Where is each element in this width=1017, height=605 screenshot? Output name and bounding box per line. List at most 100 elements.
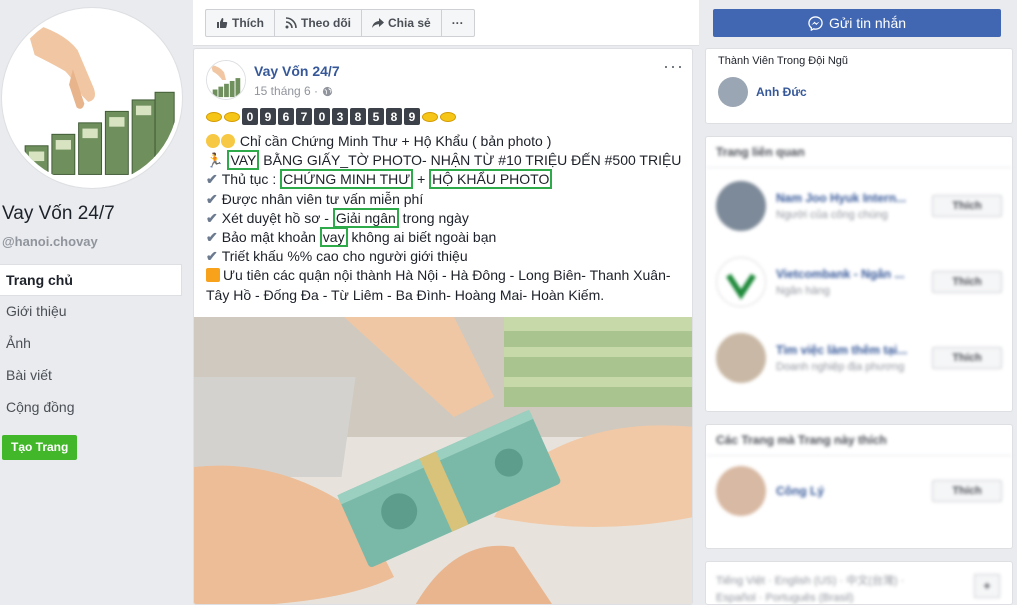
liked-page-like-button[interactable]: Thích bbox=[932, 480, 1002, 502]
post-photo[interactable] bbox=[194, 317, 692, 604]
post-line: Ưu tiên các quận nội thành Hà Nội - Hà Đ… bbox=[206, 266, 690, 285]
team-member-name[interactable]: Anh Đức bbox=[756, 85, 807, 99]
post-line-text: Được nhân viên tư vấn miễn phí bbox=[221, 190, 424, 207]
left-sidebar: Vay Vốn 24/7 @hanoi.chovay Trang chủ Giớ… bbox=[0, 0, 188, 605]
related-page-name[interactable]: Tìm việc làm thêm tại... bbox=[776, 343, 932, 357]
post-options-button[interactable]: ··· bbox=[663, 57, 684, 75]
post-line-text: Chỉ cần Chứng Minh Thư + Hộ Khẩu ( bản p… bbox=[239, 133, 552, 149]
phone-digit: 8 bbox=[350, 108, 366, 125]
language-links[interactable]: Español · Português (Brasil) bbox=[706, 590, 1012, 604]
related-page-category: Doanh nghiệp địa phương bbox=[776, 361, 905, 373]
post-author-name[interactable]: Vay Vốn 24/7 bbox=[254, 63, 340, 79]
nav-item-about[interactable]: Giới thiệu bbox=[0, 296, 182, 328]
post-line: 🏃 VAY BẰNG GIẤY_TỜ PHOTO- NHẬN TỪ #10 TRI… bbox=[206, 150, 690, 171]
related-page-category: Người của công chúng bbox=[776, 209, 888, 221]
phone-digit: 9 bbox=[260, 108, 276, 125]
money-handover-image bbox=[194, 317, 692, 604]
page-profile-picture[interactable] bbox=[2, 8, 182, 188]
nav-item-community[interactable]: Cộng đồng bbox=[0, 392, 182, 424]
check-mark-icon: ✔ bbox=[206, 190, 218, 207]
language-links[interactable]: Tiếng Việt · English (US) · 中文(台灣) · bbox=[706, 562, 1012, 590]
related-page-info: Nam Joo Hyuk Intern... Người của công ch… bbox=[776, 191, 932, 221]
post-line: ✔ Triết khấu %% cao cho người giới thiệu bbox=[206, 247, 690, 266]
avatar bbox=[716, 466, 766, 516]
related-like-button[interactable]: Thích bbox=[932, 271, 1002, 293]
surprised-emoji-icon bbox=[221, 134, 235, 148]
more-options-button[interactable]: ··· bbox=[442, 10, 474, 36]
add-language-button[interactable]: + bbox=[974, 574, 1000, 598]
phone-digit: 5 bbox=[368, 108, 384, 125]
runner-emoji-icon: 🏃 bbox=[206, 152, 224, 169]
related-page-category: Ngân hàng bbox=[776, 285, 830, 297]
phone-digit: 8 bbox=[386, 108, 402, 125]
post-line: ✔ Bảo mật khoản vay không ai biết ngoài b… bbox=[206, 227, 690, 248]
vietcombank-logo-icon bbox=[726, 273, 756, 300]
post-line-text: BẰNG GIẤY_TỜ PHOTO- NHẬN TỪ #10 TRIỆU ĐẾ… bbox=[259, 152, 682, 169]
like-page-button[interactable]: Thích bbox=[206, 10, 275, 36]
page-nav: Trang chủ Giới thiệu Ảnh Bài viết Cộng đ… bbox=[0, 264, 182, 424]
rss-icon bbox=[285, 17, 297, 29]
phone-digit: 3 bbox=[332, 108, 348, 125]
phone-digit: 6 bbox=[278, 108, 294, 125]
post-line-text: Triết khấu %% cao cho người giới thiệu bbox=[221, 248, 468, 265]
related-pages-card: Trang liên quan Nam Joo Hyuk Intern... N… bbox=[705, 136, 1013, 412]
phone-digit: 7 bbox=[296, 108, 312, 125]
related-page-item[interactable]: Nam Joo Hyuk Intern... Người của công ch… bbox=[706, 168, 1012, 244]
nav-item-posts[interactable]: Bài viết bbox=[0, 360, 182, 392]
coin-emoji-icon bbox=[440, 111, 456, 122]
liked-page-name[interactable]: Công Lý bbox=[776, 484, 932, 498]
liked-pages-title: Các Trang mà Trang này thích bbox=[706, 425, 1012, 456]
post-line-text: + bbox=[413, 171, 430, 188]
liked-page-info: Công Lý bbox=[776, 484, 932, 498]
coin-emoji-icon bbox=[206, 111, 222, 122]
languages-card: Tiếng Việt · English (US) · 中文(台灣) · Esp… bbox=[705, 561, 1013, 605]
phone-digit: 9 bbox=[404, 108, 420, 125]
nav-item-home[interactable]: Trang chủ bbox=[0, 264, 182, 296]
related-pages-title: Trang liên quan bbox=[706, 137, 1012, 168]
nav-item-photos[interactable]: Ảnh bbox=[0, 328, 182, 360]
phone-number-row: 0 9 6 7 0 3 8 5 8 9 bbox=[206, 108, 456, 125]
create-page-button[interactable]: Tạo Trang bbox=[2, 435, 78, 460]
page-name[interactable]: Vay Vốn 24/7 bbox=[2, 203, 115, 225]
liked-pages-card: Các Trang mà Trang này thích Công Lý Thí… bbox=[705, 424, 1013, 549]
check-mark-icon: ✔ bbox=[206, 171, 218, 188]
post-line-text: Bảo mật khoản bbox=[221, 229, 320, 246]
team-member[interactable]: Anh Đức bbox=[706, 73, 1012, 111]
highlight-cmt: CHỨNG MINH THƯ bbox=[280, 169, 414, 190]
follow-button[interactable]: Theo dõi bbox=[275, 10, 362, 36]
post-body: Chỉ cần Chứng Minh Thư + Hộ Khẩu ( bản p… bbox=[206, 132, 690, 305]
coin-emoji-icon bbox=[422, 111, 438, 122]
post-line-text: Xét duyệt hồ sơ - bbox=[221, 209, 333, 226]
post-timestamp[interactable]: 15 tháng 6 · bbox=[254, 84, 333, 98]
related-page-item[interactable]: Tìm việc làm thêm tại... Doanh nghiệp đị… bbox=[706, 320, 1012, 396]
share-label: Chia sẻ bbox=[388, 16, 431, 30]
globe-icon bbox=[322, 86, 333, 96]
related-page-name[interactable]: Vietcombank - Ngân ... bbox=[776, 267, 932, 281]
related-page-item[interactable]: Vietcombank - Ngân ... Ngân hàng Thích bbox=[706, 244, 1012, 320]
post-line: Chỉ cần Chứng Minh Thư + Hộ Khẩu ( bản p… bbox=[206, 132, 690, 151]
related-page-info: Tìm việc làm thêm tại... Doanh nghiệp đị… bbox=[776, 343, 932, 373]
post-line-text: không ai biết ngoài bạn bbox=[347, 229, 497, 246]
post-author-avatar[interactable] bbox=[206, 60, 246, 100]
related-like-button[interactable]: Thích bbox=[932, 195, 1002, 217]
related-like-button[interactable]: Thích bbox=[932, 347, 1002, 369]
share-button[interactable]: Chia sẻ bbox=[362, 10, 442, 36]
phone-digit: 0 bbox=[242, 108, 258, 125]
related-page-name[interactable]: Nam Joo Hyuk Intern... bbox=[776, 191, 932, 205]
highlight-giai-ngan: Giải ngân bbox=[332, 207, 399, 228]
coin-emoji-icon bbox=[224, 111, 240, 122]
liked-page-item[interactable]: Công Lý Thích bbox=[706, 456, 1012, 526]
action-button-group: Thích Theo dõi Chia sẻ ··· bbox=[205, 9, 475, 37]
send-message-button[interactable]: Gửi tin nhắn bbox=[713, 9, 1001, 37]
highlight-ho-khau: HỘ KHẨU PHOTO bbox=[429, 169, 553, 190]
page-action-toolbar: Thích Theo dõi Chia sẻ ··· bbox=[193, 0, 699, 46]
thumbs-up-icon bbox=[217, 18, 228, 28]
post-line: ✔ Được nhân viên tư vấn miễn phí bbox=[206, 190, 690, 209]
team-title: Thành Viên Trong Đội Ngũ bbox=[718, 55, 849, 67]
share-arrow-icon bbox=[372, 18, 384, 28]
check-mark-icon: ✔ bbox=[206, 248, 218, 265]
highlight-vay-2: vay bbox=[319, 227, 348, 248]
send-message-label: Gửi tin nhắn bbox=[828, 15, 907, 31]
messenger-icon bbox=[808, 15, 823, 31]
post-line-text: Ưu tiên các quận nội thành Hà Nội - Hà Đ… bbox=[223, 267, 671, 284]
